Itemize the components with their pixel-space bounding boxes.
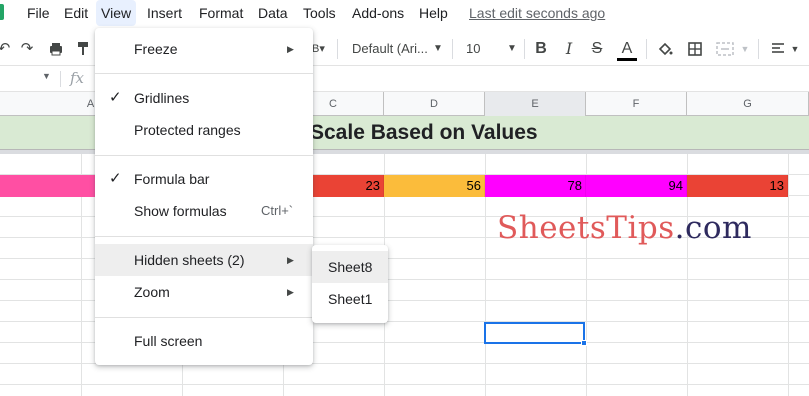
menu-divider — [95, 73, 313, 74]
font-family-select[interactable]: Default (Ari... — [352, 37, 428, 61]
font-size-dropdown-icon[interactable]: ▼ — [506, 37, 518, 61]
check-icon: ✓ — [109, 89, 122, 106]
last-edit-link[interactable]: Last edit seconds ago — [469, 0, 605, 26]
align-dropdown-icon[interactable]: ▼ — [790, 37, 800, 61]
view-menu-item-label: Full screen — [134, 333, 203, 349]
view-menu-item-label: Gridlines — [134, 90, 190, 106]
toolbar-divider — [524, 39, 525, 59]
borders-icon[interactable] — [686, 37, 704, 61]
italic-icon[interactable]: I — [560, 37, 578, 61]
toolbar-divider — [452, 39, 453, 59]
print-icon[interactable] — [46, 37, 66, 61]
menu-tools[interactable]: Tools — [298, 0, 341, 26]
column-header-d[interactable]: D — [384, 92, 485, 116]
hidden-sheet-label: Sheet1 — [328, 291, 373, 307]
name-box-dropdown-icon[interactable]: ▼ — [42, 71, 51, 81]
toolbar-divider — [646, 39, 647, 59]
submenu-arrow-icon: ▶ — [287, 287, 294, 297]
view-menu-item-label: Zoom — [134, 284, 170, 300]
data-cell-e[interactable]: 78 — [485, 175, 586, 197]
merge-cells-icon[interactable] — [714, 37, 736, 61]
text-color-swatch — [617, 58, 637, 61]
view-menu-item-label: Hidden sheets (2) — [134, 252, 245, 268]
view-menu-item-label: Freeze — [134, 41, 178, 57]
view-menu-item-gridlines[interactable]: ✓ Gridlines — [95, 82, 313, 114]
paint-format-icon[interactable] — [76, 37, 90, 61]
keyboard-shortcut: Ctrl+` — [261, 203, 294, 218]
view-menu-item-label: Show formulas — [134, 203, 227, 219]
column-header-f[interactable]: F — [586, 92, 687, 116]
undo-icon[interactable]: ↶ — [0, 37, 12, 61]
menu-insert[interactable]: Insert — [142, 0, 187, 26]
fill-color-icon[interactable] — [656, 37, 674, 61]
watermark-logo: SheetsTips.com — [497, 210, 752, 246]
menu-help[interactable]: Help — [414, 0, 453, 26]
check-icon: ✓ — [109, 170, 122, 187]
align-left-icon[interactable] — [768, 37, 788, 61]
toolbar-divider — [337, 39, 338, 59]
redo-icon[interactable]: ↷ — [18, 37, 36, 61]
formula-bar-divider — [60, 71, 61, 87]
sheet-title: Scale Based on Values — [310, 121, 538, 144]
column-header-g[interactable]: G — [687, 92, 809, 116]
view-menu-item-label: Protected ranges — [134, 122, 241, 138]
strikethrough-icon[interactable]: S — [588, 37, 606, 61]
view-menu-item-full-screen[interactable]: Full screen — [95, 325, 313, 357]
column-header-e[interactable]: E — [485, 92, 586, 116]
menu-file[interactable]: File — [22, 0, 55, 26]
view-menu-item-hidden-sheets[interactable]: Hidden sheets (2) ▶ — [95, 244, 313, 276]
menu-bar: File Edit View Insert Format Data Tools … — [0, 0, 809, 26]
bold-icon[interactable]: B — [532, 37, 550, 61]
submenu-arrow-icon: ▶ — [287, 44, 294, 54]
submenu-arrow-icon: ▶ — [287, 255, 294, 265]
data-cell-d[interactable]: 56 — [384, 175, 485, 197]
font-family-dropdown-icon[interactable]: ▼ — [432, 37, 444, 61]
hidden-sheet-item[interactable]: Sheet1 — [312, 283, 388, 315]
view-menu-item-show-formulas[interactable]: Show formulas Ctrl+` — [95, 195, 313, 227]
menu-edit[interactable]: Edit — [59, 0, 93, 26]
view-menu-item-label: Formula bar — [134, 171, 210, 187]
font-size-select[interactable]: 10 — [466, 37, 480, 61]
menu-view[interactable]: View — [96, 0, 137, 26]
selected-cell[interactable] — [484, 322, 585, 344]
toolbar-divider — [758, 39, 759, 59]
app-logo-fragment — [0, 4, 4, 20]
text-color-icon[interactable]: A — [616, 37, 638, 61]
view-menu-item-zoom[interactable]: Zoom ▶ — [95, 276, 313, 308]
menu-format[interactable]: Format — [194, 0, 248, 26]
data-cell-f[interactable]: 94 — [586, 175, 687, 197]
menu-data[interactable]: Data — [253, 0, 293, 26]
fill-handle[interactable] — [581, 340, 587, 346]
menu-divider — [95, 155, 313, 156]
hidden-sheet-item[interactable]: Sheet8 — [312, 251, 388, 283]
menu-divider — [95, 236, 313, 237]
chevron-down-icon[interactable]: B▾ — [312, 37, 325, 61]
menu-add-ons[interactable]: Add-ons — [347, 0, 409, 26]
view-menu-item-freeze[interactable]: Freeze ▶ — [95, 33, 313, 65]
view-menu: Freeze ▶ ✓ Gridlines Protected ranges ✓ … — [95, 28, 313, 365]
menu-divider — [95, 317, 313, 318]
data-cell-g[interactable]: 13 — [687, 175, 788, 197]
hidden-sheets-submenu: Sheet8 Sheet1 — [312, 245, 388, 323]
hidden-sheet-label: Sheet8 — [328, 259, 373, 275]
merge-dropdown-icon[interactable]: ▼ — [740, 37, 750, 61]
view-menu-item-protected-ranges[interactable]: Protected ranges — [95, 114, 313, 146]
fx-icon: fx — [70, 69, 85, 87]
view-menu-item-formula-bar[interactable]: ✓ Formula bar — [95, 163, 313, 195]
